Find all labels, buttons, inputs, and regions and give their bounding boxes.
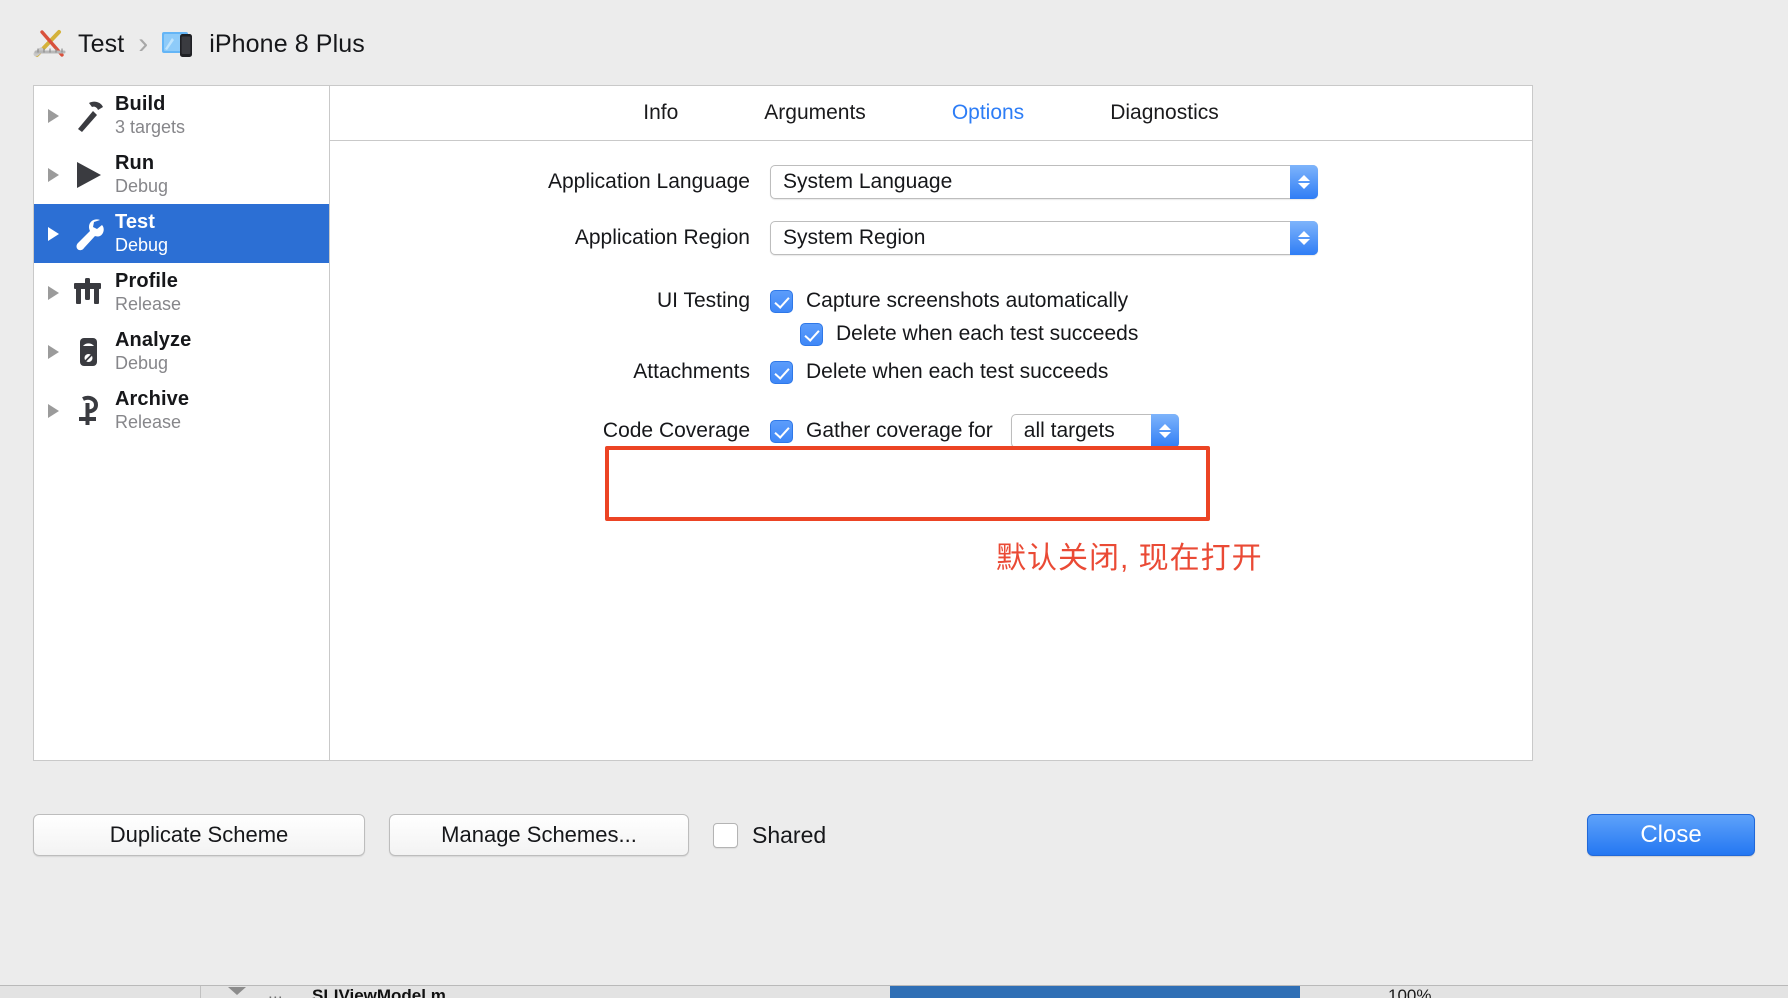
chevron-updown-icon[interactable]: [1290, 165, 1318, 199]
breadcrumb-separator-icon: ›: [138, 27, 149, 60]
chevron-updown-icon[interactable]: [1290, 221, 1318, 255]
tab-diagnostics[interactable]: Diagnostics: [1106, 99, 1223, 127]
code-coverage-label: Code Coverage: [602, 419, 750, 442]
application-region-popup[interactable]: System Region: [770, 221, 1318, 255]
application-language-popup[interactable]: System Language: [770, 165, 1318, 199]
coverage-scope-popup[interactable]: all targets: [1010, 414, 1179, 448]
shared-label: Shared: [752, 821, 827, 848]
attachments-delete-checkbox-row[interactable]: Delete when each test succeeds: [770, 360, 1108, 384]
chevron-updown-icon[interactable]: [1150, 414, 1179, 448]
application-language-value: System Language: [783, 170, 953, 193]
shared-checkbox[interactable]: [713, 822, 738, 848]
sidebar-item-analyze[interactable]: Analyze Debug: [34, 322, 329, 381]
sidebar-item-subtitle: Release: [115, 294, 182, 314]
ui-testing-delete-label: Delete when each test succeeds: [836, 322, 1139, 345]
background-progress-text: 100%: [1388, 986, 1432, 998]
application-language-label: Application Language: [547, 170, 750, 193]
manage-schemes-button[interactable]: Manage Schemes...: [389, 814, 689, 856]
iphone-simulator-icon: [161, 29, 197, 59]
disclosure-triangle-icon[interactable]: [48, 108, 59, 123]
sidebar-item-subtitle: Debug: [115, 353, 169, 373]
gather-coverage-checkbox[interactable]: [770, 419, 793, 443]
wrench-icon: [69, 216, 107, 252]
scheme-action-list: Build 3 targets Run Debug Test Debug Pro…: [34, 86, 330, 760]
play-icon: [69, 157, 107, 193]
shared-checkbox-row[interactable]: Shared: [713, 822, 826, 849]
ui-testing-delete-checkbox-row[interactable]: Delete when each test succeeds: [800, 322, 1138, 346]
annotation-text: 默认关闭, 现在打开: [996, 542, 1263, 575]
sidebar-item-test[interactable]: Test Debug: [34, 204, 329, 263]
sidebar-item-build[interactable]: Build 3 targets: [34, 86, 329, 145]
sidebar-item-title: Archive: [115, 388, 190, 410]
breadcrumb-destination-name[interactable]: iPhone 8 Plus: [209, 30, 365, 59]
application-region-value: System Region: [783, 226, 926, 249]
divider: [200, 986, 201, 998]
attachments-label: Attachments: [633, 360, 750, 383]
sidebar-item-title: Test: [115, 211, 156, 233]
xcode-hammer-ruler-icon: [33, 28, 67, 60]
application-region-label: Application Region: [574, 226, 750, 249]
sidebar-item-archive[interactable]: Archive Release: [34, 381, 329, 440]
background-window-sliver: ⋯ SLIViewModel.m 100%: [0, 985, 1788, 998]
tab-info[interactable]: Info: [639, 99, 682, 127]
gauge-icon: [69, 275, 107, 311]
duplicate-scheme-button[interactable]: Duplicate Scheme: [33, 814, 365, 856]
attachments-delete-label: Delete when each test succeeds: [806, 360, 1109, 383]
capture-screenshots-checkbox-row[interactable]: Capture screenshots automatically: [770, 289, 1128, 313]
disclosure-triangle-icon[interactable]: [48, 403, 59, 418]
code-coverage-highlight-box: [605, 446, 1210, 521]
row-attachments: Attachments Delete when each test succee…: [330, 360, 1532, 384]
sidebar-item-subtitle: Debug: [115, 235, 169, 255]
disclosure-triangle-icon[interactable]: [48, 226, 59, 241]
sidebar-item-subtitle: Debug: [115, 176, 169, 196]
tab-arguments[interactable]: Arguments: [760, 99, 870, 127]
disclosure-triangle-icon[interactable]: [48, 344, 59, 359]
ui-testing-label: UI Testing: [657, 289, 750, 312]
breadcrumb-scheme-name[interactable]: Test: [78, 30, 124, 59]
hammer-icon: [69, 98, 107, 134]
row-ui-testing-capture: UI Testing Capture screenshots automatic…: [330, 289, 1532, 313]
archive-icon: [69, 393, 107, 429]
scheme-editor-panel: Build 3 targets Run Debug Test Debug Pro…: [33, 85, 1533, 761]
sidebar-item-run[interactable]: Run Debug: [34, 145, 329, 204]
attachments-delete-checkbox[interactable]: [770, 360, 793, 384]
row-application-region: Application Region System Region: [330, 221, 1532, 255]
sidebar-item-title: Build: [115, 93, 166, 115]
capture-screenshots-checkbox[interactable]: [770, 289, 793, 313]
row-ui-testing-delete: Delete when each test succeeds: [330, 322, 1532, 346]
background-file-name: SLIViewModel.m: [312, 986, 446, 998]
disclosure-triangle-icon[interactable]: [48, 167, 59, 182]
options-pane: Info Arguments Options Diagnostics Appli…: [330, 86, 1532, 760]
breadcrumb: Test › iPhone 8 Plus: [33, 28, 365, 60]
gather-coverage-label: Gather coverage for: [806, 419, 993, 442]
row-code-coverage: Code Coverage Gather coverage for all ta…: [330, 414, 1532, 448]
capture-screenshots-label: Capture screenshots automatically: [806, 289, 1129, 312]
ellipsis-icon: ⋯: [268, 989, 283, 998]
disclosure-triangle-icon[interactable]: [48, 285, 59, 300]
tab-options[interactable]: Options: [948, 99, 1028, 127]
sidebar-item-subtitle: Release: [115, 412, 182, 432]
tab-bar: Info Arguments Options Diagnostics: [330, 86, 1532, 141]
ui-testing-delete-checkbox[interactable]: [800, 322, 823, 346]
scheme-editor-window: Test › iPhone 8 Plus Build 3 targets Run…: [0, 0, 1788, 998]
row-application-language: Application Language System Language: [330, 165, 1532, 199]
coverage-scope-value: all targets: [1023, 419, 1115, 442]
sidebar-item-title: Analyze: [115, 329, 192, 351]
gather-coverage-checkbox-row[interactable]: Gather coverage for: [770, 419, 993, 443]
analyze-icon: [69, 334, 107, 370]
options-form: Application Language System Language App…: [330, 141, 1532, 575]
sidebar-item-title: Profile: [115, 270, 178, 292]
titlebar: Test › iPhone 8 Plus: [0, 0, 1788, 88]
close-button[interactable]: Close: [1587, 814, 1755, 856]
chevron-down-icon: [228, 987, 246, 995]
bottom-toolbar: Duplicate Scheme Manage Schemes... Share…: [0, 790, 1788, 880]
sidebar-item-subtitle: 3 targets: [115, 117, 186, 137]
sidebar-item-title: Run: [115, 152, 155, 174]
background-progress-bar: [890, 986, 1300, 998]
sidebar-item-profile[interactable]: Profile Release: [34, 263, 329, 322]
